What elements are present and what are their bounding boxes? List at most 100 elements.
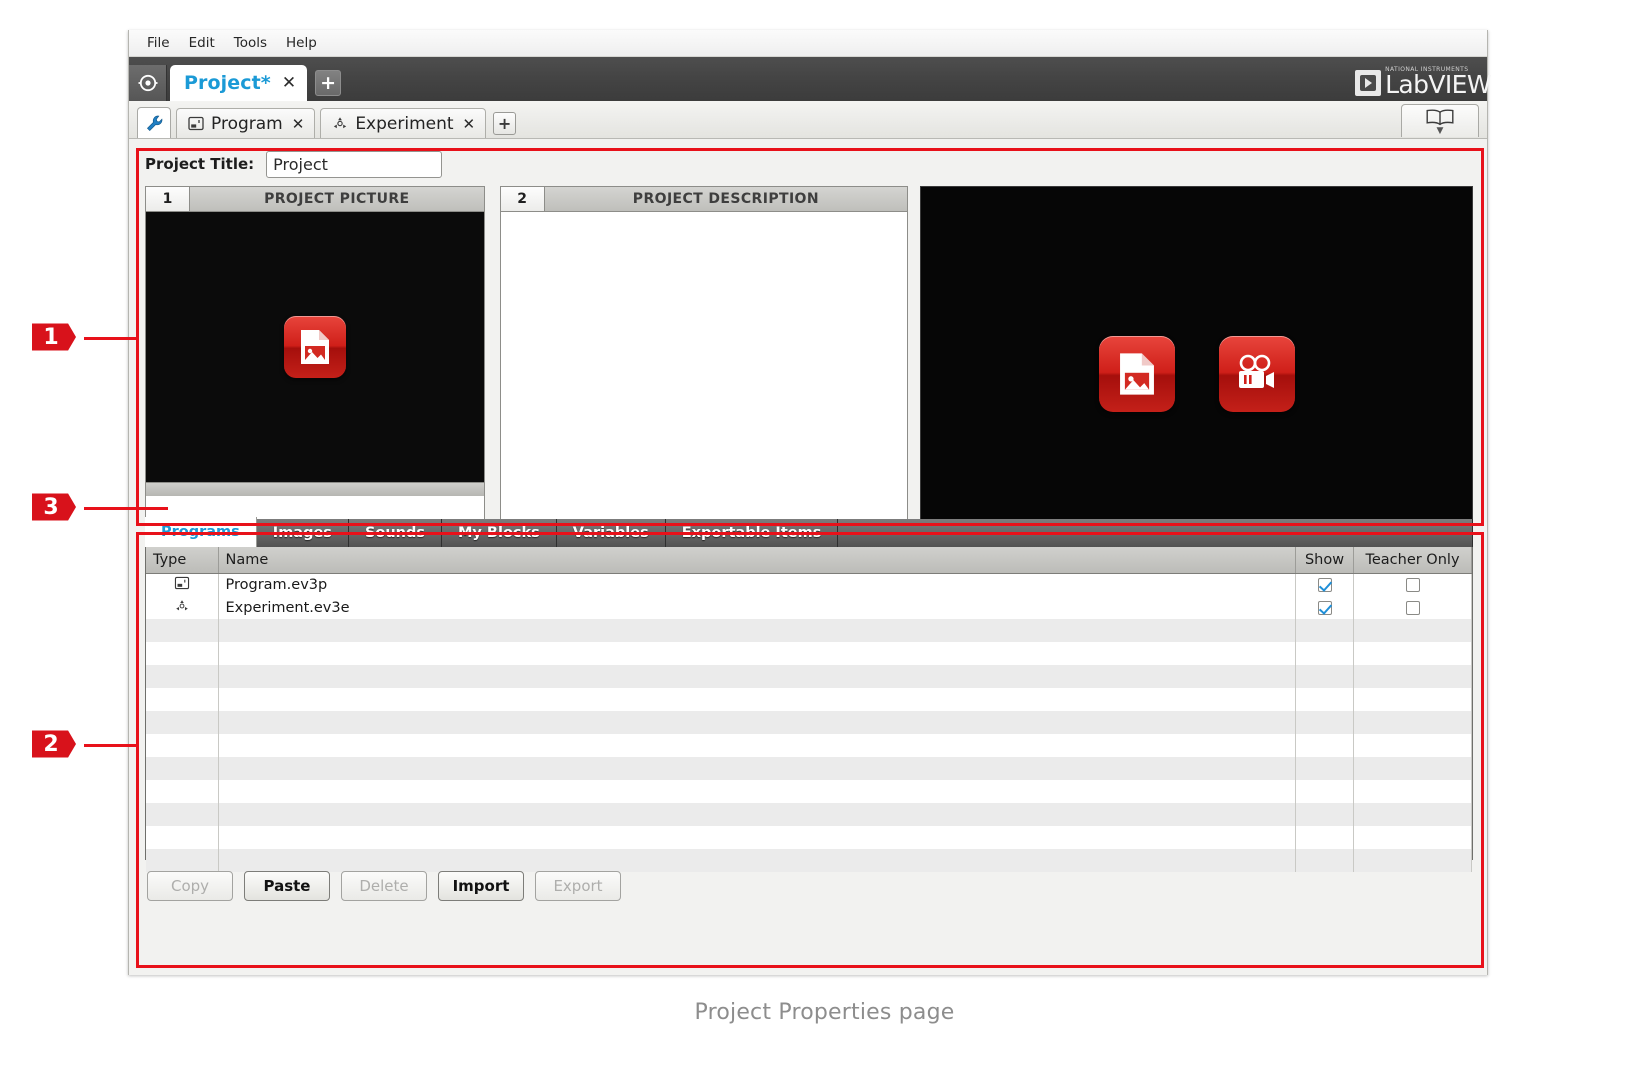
image-file-icon[interactable]: [283, 316, 346, 378]
video-camera-glyph: [1238, 354, 1274, 388]
table-row-empty[interactable]: [146, 757, 1472, 780]
asset-tab-sounds[interactable]: Sounds: [348, 519, 442, 547]
callout-label: 1: [43, 324, 59, 350]
application-window: File Edit Tools Help Project* ✕ + NATION…: [128, 30, 1491, 975]
panel-title: PROJECT PICTURE: [264, 191, 410, 207]
table-row[interactable]: Program.ev3p: [146, 573, 1472, 596]
brand-title: LabVIEW: [1385, 70, 1491, 97]
book-icon: [1426, 109, 1454, 126]
figure-caption: Project Properties page: [694, 1000, 955, 1025]
document-tab-label: Program: [211, 113, 283, 134]
project-picture-canvas[interactable]: [146, 212, 484, 482]
project-properties-tab[interactable]: [137, 107, 171, 138]
project-preview-panel[interactable]: [920, 186, 1473, 561]
project-picture-panel[interactable]: 1 PROJECT PICTURE: [145, 186, 485, 561]
table-row-empty[interactable]: [146, 826, 1472, 849]
panel-title: PROJECT DESCRIPTION: [632, 191, 819, 207]
assets-table-body: Program.ev3p Experiment.ev3e: [146, 573, 1472, 872]
table-row-empty[interactable]: [146, 849, 1472, 872]
document-tab-experiment[interactable]: Experiment ✕: [320, 108, 487, 138]
import-button[interactable]: Import: [438, 871, 524, 901]
row-type-cell: [146, 573, 219, 596]
panels-row: 1 PROJECT PICTURE 2 PROJECT DESCRIPTION: [145, 186, 1473, 561]
teacher-only-checkbox[interactable]: [1405, 600, 1420, 615]
image-file-icon[interactable]: [1098, 335, 1175, 412]
callout-3: 3: [32, 493, 76, 521]
asset-tab-variables[interactable]: Variables: [556, 519, 666, 547]
table-row-empty[interactable]: [146, 734, 1472, 757]
project-tab-label: Project*: [184, 72, 271, 94]
table-row-empty[interactable]: [146, 780, 1472, 803]
column-header-teacher-only[interactable]: Teacher Only: [1353, 547, 1472, 574]
project-description-textarea[interactable]: [500, 212, 908, 497]
row-teacher-cell[interactable]: [1353, 573, 1472, 596]
panel-number: 1: [146, 187, 190, 211]
document-tab-program[interactable]: Program ✕: [176, 108, 316, 138]
add-project-tab-button[interactable]: +: [315, 70, 342, 96]
export-button[interactable]: Export: [535, 871, 621, 901]
column-header-name[interactable]: Name: [218, 547, 1296, 574]
panel-header: 2 PROJECT DESCRIPTION: [500, 187, 908, 212]
delete-button[interactable]: Delete: [341, 871, 427, 901]
panel-number: 2: [500, 187, 545, 211]
document-tab-bar: Program ✕ Experiment ✕ + ▼: [129, 101, 1487, 139]
experiment-icon: [334, 117, 347, 129]
show-checkbox[interactable]: [1317, 600, 1332, 615]
program-icon: [188, 116, 204, 131]
image-file-glyph: [1119, 352, 1154, 395]
column-header-show[interactable]: Show: [1295, 547, 1354, 574]
table-row-empty[interactable]: [146, 665, 1472, 688]
asset-tab-programs[interactable]: Programs: [145, 517, 257, 547]
table-row-empty[interactable]: [146, 803, 1472, 826]
row-show-cell[interactable]: [1295, 573, 1354, 596]
table-header-row: Type Name Show Teacher Only: [146, 547, 1472, 574]
menu-item-file[interactable]: File: [138, 33, 179, 53]
close-icon[interactable]: ✕: [282, 74, 296, 92]
paste-button[interactable]: Paste: [244, 871, 330, 901]
action-button-row: Copy Paste Delete Import Export: [145, 871, 1473, 901]
asset-tab-strip: Programs Images Sounds My Blocks Variabl…: [145, 517, 1473, 547]
project-info-section: Project Title: Project 1 PROJECT PICTURE: [129, 139, 1487, 586]
table-row-empty[interactable]: [146, 711, 1472, 734]
project-tab[interactable]: Project* ✕: [170, 65, 308, 101]
row-name-cell: Program.ev3p: [218, 573, 1296, 596]
assets-table-container[interactable]: Type Name Show Teacher Only Program.ev3p…: [145, 547, 1473, 872]
table-row-empty[interactable]: [146, 642, 1472, 665]
chevron-down-icon: ▼: [1436, 126, 1444, 136]
asset-tab-images[interactable]: Images: [256, 519, 349, 547]
target-icon: [138, 74, 157, 92]
experiment-icon: [175, 599, 188, 610]
labview-logo: NATIONAL INSTRUMENTS LabVIEW: [1355, 63, 1491, 97]
row-show-cell[interactable]: [1295, 596, 1354, 619]
wrench-icon: [146, 115, 162, 131]
picture-scrollbar[interactable]: [146, 482, 484, 496]
close-icon[interactable]: ✕: [292, 115, 305, 133]
table-row[interactable]: Experiment.ev3e: [146, 596, 1472, 619]
callout-label: 2: [43, 731, 59, 757]
asset-tab-exportable-items[interactable]: Exportable Items: [665, 519, 839, 547]
add-document-tab-button[interactable]: +: [493, 112, 517, 135]
project-title-input[interactable]: Project: [266, 150, 443, 178]
copy-button[interactable]: Copy: [147, 871, 233, 901]
menu-item-edit[interactable]: Edit: [180, 33, 224, 53]
teacher-only-checkbox[interactable]: [1405, 577, 1420, 592]
menu-item-help[interactable]: Help: [277, 33, 326, 53]
assets-section: Programs Images Sounds My Blocks Variabl…: [129, 517, 1487, 901]
video-camera-icon[interactable]: [1218, 335, 1295, 412]
image-file-glyph: [300, 330, 329, 364]
row-teacher-cell[interactable]: [1353, 596, 1472, 619]
help-panel-button[interactable]: ▼: [1401, 104, 1479, 137]
row-name-cell: Experiment.ev3e: [218, 596, 1296, 619]
column-header-type[interactable]: Type: [146, 547, 219, 574]
document-tab-label: Experiment: [355, 113, 454, 134]
menu-item-tools[interactable]: Tools: [225, 33, 276, 53]
project-title-label: Project Title:: [145, 155, 255, 173]
close-icon[interactable]: ✕: [463, 115, 476, 133]
asset-tab-my-blocks[interactable]: My Blocks: [442, 519, 557, 547]
menu-bar: File Edit Tools Help: [129, 30, 1487, 57]
project-description-panel[interactable]: 2 PROJECT DESCRIPTION: [499, 186, 909, 561]
home-button[interactable]: [129, 65, 167, 101]
table-row-empty[interactable]: [146, 619, 1472, 642]
show-checkbox[interactable]: [1317, 577, 1332, 592]
table-row-empty[interactable]: [146, 688, 1472, 711]
